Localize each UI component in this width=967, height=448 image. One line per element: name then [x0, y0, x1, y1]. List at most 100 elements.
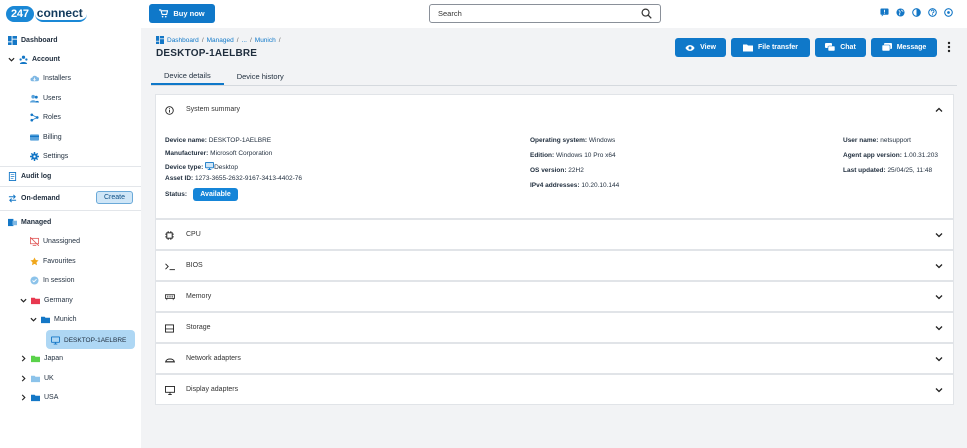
globe-icon[interactable] — [896, 8, 905, 17]
breadcrumb-munich[interactable]: Munich — [255, 37, 276, 44]
network-adapters-panel[interactable]: Network adapters — [155, 343, 954, 374]
chevron-right-icon[interactable] — [20, 393, 27, 401]
logo[interactable]: 247 connect — [6, 5, 87, 23]
display-adapters-panel[interactable]: Display adapters — [155, 374, 954, 405]
chevron-down-icon[interactable] — [935, 324, 943, 332]
sidebar-item-label: Roles — [43, 113, 61, 121]
field-value: Windows — [588, 137, 616, 144]
tree-item-usa[interactable]: USA — [20, 390, 58, 404]
cpu-icon — [165, 231, 174, 240]
sidebar-divider — [0, 166, 141, 167]
field-label: Manufacturer: — [165, 150, 209, 157]
chevron-down-icon[interactable] — [935, 231, 943, 239]
contrast-icon[interactable] — [912, 8, 921, 17]
field-label: IPv4 addresses: — [530, 182, 580, 189]
breadcrumb-dashboard[interactable]: Dashboard — [167, 37, 199, 44]
system-summary-header[interactable]: System summary — [156, 95, 953, 125]
tree-item-germany[interactable]: Germany — [20, 293, 73, 307]
memory-title: Memory — [186, 293, 212, 300]
sidebar-item-audit-log[interactable]: Audit log — [8, 169, 51, 183]
sidebar: Dashboard Account Installers Users Roles… — [0, 28, 141, 448]
sidebar-item-unassigned[interactable]: Unassigned — [30, 234, 80, 248]
dashboard-icon — [156, 36, 164, 44]
field-value: 25/04/25, 11:48 — [887, 167, 933, 174]
field-value: Microsoft Corporation — [210, 150, 273, 157]
tree-item-munich[interactable]: Munich — [30, 312, 77, 326]
sidebar-item-favourites[interactable]: Favourites — [30, 254, 76, 268]
chevron-down-icon[interactable] — [935, 386, 943, 394]
search-box[interactable] — [429, 4, 661, 23]
cpu-panel[interactable]: CPU — [155, 219, 954, 250]
help-icon[interactable] — [928, 8, 937, 17]
display-adapters-header[interactable]: Display adapters — [156, 375, 953, 405]
chevron-right-icon[interactable] — [20, 354, 27, 362]
network-adapters-header[interactable]: Network adapters — [156, 344, 953, 374]
bios-panel[interactable]: BIOS — [155, 250, 954, 281]
sidebar-item-label: Dashboard — [21, 36, 58, 44]
view-button[interactable]: View — [675, 38, 726, 57]
user-name-field: User name: netsupport — [843, 137, 911, 144]
cpu-title: CPU — [186, 231, 201, 238]
chat-button[interactable]: Chat — [815, 38, 866, 57]
breadcrumb-ellipsis[interactable]: ... — [242, 37, 247, 44]
storage-panel[interactable]: Storage — [155, 312, 954, 343]
last-updated-field: Last updated: 25/04/25, 11:48 — [843, 167, 932, 174]
chevron-up-icon[interactable] — [935, 106, 943, 114]
sidebar-item-label: Installers — [43, 74, 72, 82]
display-adapters-title: Display adapters — [186, 386, 239, 393]
file-transfer-button[interactable]: File transfer — [731, 38, 810, 57]
sidebar-item-dashboard[interactable]: Dashboard — [8, 33, 58, 47]
sidebar-item-account[interactable]: Account — [8, 52, 60, 66]
tree-item-japan[interactable]: Japan — [20, 351, 63, 365]
search-icon[interactable] — [641, 8, 652, 19]
sidebar-item-label: Favourites — [43, 257, 76, 265]
chat-alert-icon[interactable] — [880, 8, 889, 17]
buy-now-button[interactable]: Buy now — [149, 4, 215, 23]
message-button[interactable]: Message — [871, 38, 937, 57]
managed-devices-icon — [8, 218, 17, 226]
breadcrumb-managed[interactable]: Managed — [207, 37, 234, 44]
chevron-down-icon[interactable] — [935, 355, 943, 363]
field-label: Device type: — [165, 164, 204, 171]
sidebar-item-users[interactable]: Users — [30, 91, 61, 105]
sidebar-item-in-session[interactable]: In session — [30, 273, 75, 287]
sidebar-item-billing[interactable]: Billing — [30, 130, 62, 144]
sidebar-item-managed[interactable]: Managed — [8, 215, 51, 229]
eye-icon — [685, 44, 695, 51]
field-label: Last updated: — [843, 167, 886, 174]
tab-device-details[interactable]: Device details — [151, 67, 224, 85]
create-button[interactable]: Create — [96, 191, 133, 204]
settings-icon[interactable] — [944, 8, 953, 17]
top-icons — [880, 8, 953, 17]
search-input[interactable] — [438, 9, 628, 18]
cpu-header[interactable]: CPU — [156, 220, 953, 250]
sidebar-item-on-demand[interactable]: On-demand — [8, 191, 60, 205]
storage-icon — [165, 324, 174, 333]
sidebar-divider — [0, 186, 141, 187]
breadcrumb-separator: / — [249, 36, 252, 44]
chevron-down-icon[interactable] — [935, 262, 943, 270]
tree-item-label: Munich — [54, 315, 77, 323]
memory-panel[interactable]: Memory — [155, 281, 954, 312]
more-options-icon[interactable] — [946, 40, 952, 54]
sidebar-item-label: Audit log — [21, 172, 52, 180]
storage-header[interactable]: Storage — [156, 313, 953, 343]
chevron-down-icon[interactable] — [30, 316, 37, 323]
sidebar-item-settings[interactable]: Settings — [30, 149, 68, 163]
sidebar-item-installers[interactable]: Installers — [30, 71, 71, 85]
tree-item-label: USA — [44, 393, 59, 401]
tab-device-history[interactable]: Device history — [224, 67, 297, 85]
chevron-down-icon — [8, 57, 15, 62]
chevron-down-icon[interactable] — [935, 293, 943, 301]
tree-item-label: Germany — [44, 296, 73, 304]
chevron-right-icon[interactable] — [20, 374, 27, 382]
bios-header[interactable]: BIOS — [156, 251, 953, 281]
tree-item-device[interactable]: DESKTOP-1AELBRE — [51, 333, 126, 347]
users-icon — [30, 94, 39, 103]
tree-item-uk[interactable]: UK — [20, 371, 54, 385]
status-field: Status: — [165, 191, 187, 198]
chevron-down-icon[interactable] — [20, 297, 27, 304]
network-icon — [165, 358, 175, 363]
memory-header[interactable]: Memory — [156, 282, 953, 312]
sidebar-item-roles[interactable]: Roles — [30, 110, 61, 124]
